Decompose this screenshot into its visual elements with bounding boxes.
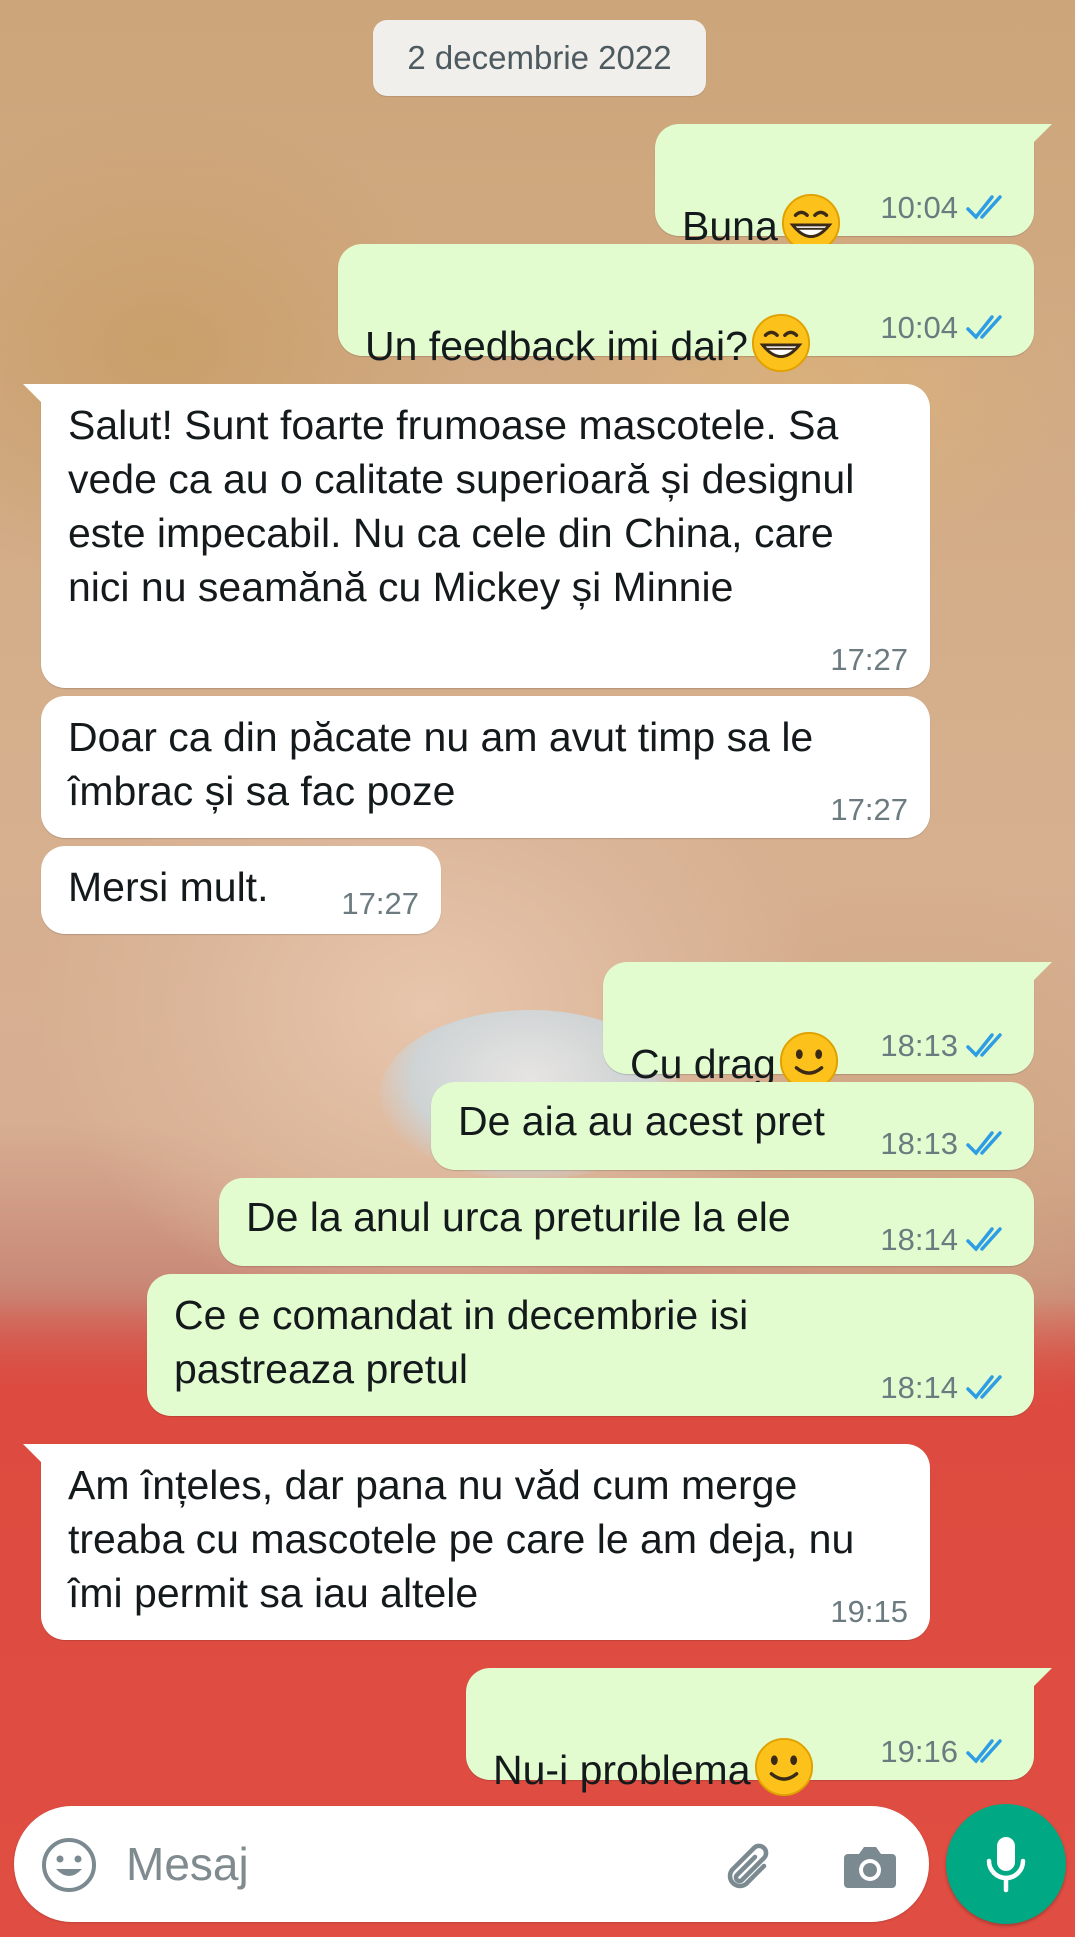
message-time: 17:27 xyxy=(830,642,908,677)
emoji-icon[interactable] xyxy=(40,1836,98,1894)
message-text: Buna xyxy=(682,203,778,249)
double-check-read-icon xyxy=(966,195,1002,220)
message-bubble-outgoing[interactable]: Ce e comandat in decembrie isi pastreaza… xyxy=(147,1274,1034,1416)
message-text: Nu-i problema xyxy=(493,1747,751,1793)
message-time: 17:27 xyxy=(830,792,908,827)
message-time: 19:15 xyxy=(830,1594,908,1629)
message-bubble-outgoing[interactable]: Nu-i problema 19:16 xyxy=(466,1668,1052,1797)
double-check-read-icon xyxy=(966,1033,1002,1058)
message-time: 19:16 xyxy=(880,1734,958,1769)
grinning-face-icon xyxy=(751,313,810,373)
message-time: 18:13 xyxy=(880,1126,958,1161)
message-bubble-outgoing[interactable]: Un feedback imi dai? 10:04 xyxy=(338,244,1034,373)
message-time: 17:27 xyxy=(341,886,419,921)
double-check-read-icon xyxy=(966,1375,1002,1400)
message-time: 10:04 xyxy=(880,190,958,225)
double-check-read-icon xyxy=(966,315,1002,340)
double-check-read-icon xyxy=(966,1131,1002,1156)
mic-icon xyxy=(986,1837,1026,1893)
message-bubble-incoming[interactable]: Mersi mult. 17:27 xyxy=(41,846,441,934)
message-text: Am înțeles, dar pana nu văd cum merge tr… xyxy=(68,1462,855,1616)
camera-icon[interactable] xyxy=(840,1836,900,1894)
message-time: 10:04 xyxy=(880,310,958,345)
message-time: 18:13 xyxy=(880,1028,958,1063)
message-text: Cu drag xyxy=(630,1041,776,1087)
attach-icon[interactable] xyxy=(720,1836,782,1898)
message-bubble-incoming[interactable]: Am înțeles, dar pana nu văd cum merge tr… xyxy=(23,1444,930,1640)
message-bubble-incoming[interactable]: Doar ca din păcate nu am avut timp sa le… xyxy=(41,696,930,838)
mic-button[interactable] xyxy=(946,1804,1066,1924)
message-bubble-outgoing[interactable]: Cu drag 18:13 xyxy=(603,962,1052,1091)
date-chip: 2 decembrie 2022 xyxy=(373,20,706,96)
message-text: Salut! Sunt foarte frumoase mascotele. S… xyxy=(68,402,855,610)
message-bubble-outgoing[interactable]: Buna 10:04 xyxy=(655,124,1052,253)
message-bubble-incoming[interactable]: Salut! Sunt foarte frumoase mascotele. S… xyxy=(23,384,930,688)
message-bubble-outgoing[interactable]: De la anul urca preturile la ele 18:14 xyxy=(219,1178,1034,1266)
slightly-smiling-face-icon xyxy=(754,1737,813,1797)
message-time: 18:14 xyxy=(880,1370,958,1405)
double-check-read-icon xyxy=(966,1227,1002,1252)
message-bubble-outgoing[interactable]: De aia au acest pret 18:13 xyxy=(431,1082,1034,1170)
message-time: 18:14 xyxy=(880,1222,958,1257)
message-text: Un feedback imi dai? xyxy=(365,323,748,369)
message-text: Ce e comandat in decembrie isi pastreaza… xyxy=(174,1292,749,1392)
message-text: Doar ca din păcate nu am avut timp sa le… xyxy=(68,714,814,814)
message-input[interactable] xyxy=(126,1830,566,1898)
message-composer xyxy=(14,1806,929,1922)
double-check-read-icon xyxy=(966,1739,1002,1764)
